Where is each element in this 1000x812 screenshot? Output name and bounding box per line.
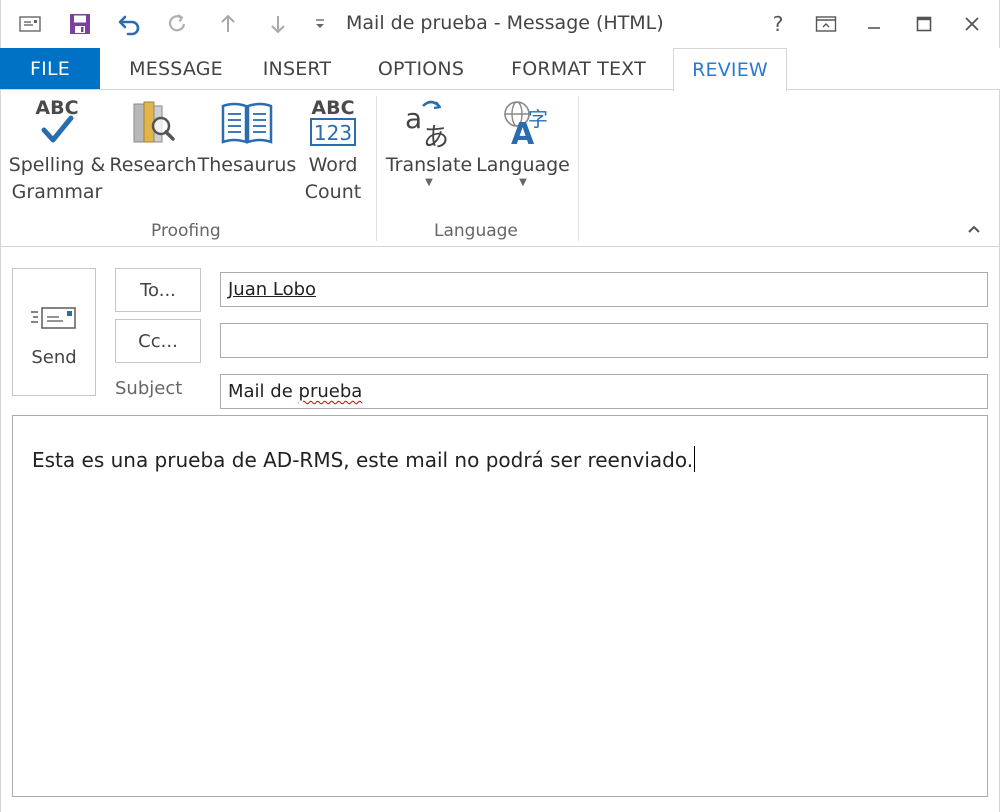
- title-bar: Mail de prueba - Message (HTML) ?: [0, 0, 1000, 48]
- word-count-label: Word Count: [304, 154, 362, 203]
- close-button[interactable]: [955, 9, 989, 39]
- ribbon-display-options-button[interactable]: [809, 9, 843, 39]
- undo-icon[interactable]: [115, 9, 145, 39]
- word-count-icon: ABC 123: [305, 94, 361, 152]
- svg-text:字: 字: [528, 107, 548, 131]
- send-label: Send: [31, 347, 77, 368]
- spelling-grammar-button[interactable]: ABC Spelling & Grammar: [5, 94, 109, 216]
- language-globe-icon: A 字: [495, 94, 551, 152]
- save-icon[interactable]: [65, 9, 95, 39]
- language-label: Language: [476, 154, 570, 176]
- close-icon: [965, 17, 979, 31]
- to-field[interactable]: Juan Lobo: [220, 272, 988, 307]
- word-count-button[interactable]: ABC 123 Word Count: [299, 94, 367, 216]
- subject-field[interactable]: Mail de prueba: [220, 374, 988, 409]
- compose-area: Send To... Cc... Subject Juan Lobo Mail …: [0, 247, 1000, 812]
- to-button[interactable]: To...: [115, 268, 201, 312]
- recipient-name[interactable]: Juan Lobo: [228, 279, 316, 300]
- spelling-check-icon: ABC: [29, 94, 85, 152]
- tab-file[interactable]: FILE: [0, 48, 100, 90]
- redo-icon[interactable]: [163, 9, 193, 39]
- svg-text:123: 123: [314, 121, 352, 145]
- research-icon: [125, 94, 181, 152]
- translate-button[interactable]: a あ Translate ▼: [385, 94, 473, 216]
- message-body[interactable]: Esta es una prueba de AD-RMS, este mail …: [12, 415, 988, 797]
- subject-label: Subject: [115, 378, 183, 399]
- ribbon-review: ABC Spelling & Grammar Research Thesauru…: [0, 90, 1000, 247]
- customize-qat-icon[interactable]: [305, 9, 335, 39]
- send-envelope-icon: [29, 305, 79, 335]
- window-title: Mail de prueba - Message (HTML): [346, 12, 664, 34]
- svg-text:ABC: ABC: [311, 97, 354, 119]
- maximize-icon: [916, 16, 932, 32]
- help-icon: ?: [772, 12, 784, 36]
- thesaurus-label: Thesaurus: [197, 154, 297, 176]
- collapse-ribbon-icon[interactable]: [967, 222, 981, 238]
- ribbon-display-icon: [815, 16, 837, 32]
- text-cursor: [694, 446, 696, 472]
- group-separator: [376, 96, 377, 241]
- tab-insert[interactable]: INSERT: [250, 48, 344, 90]
- subject-misspelled-word: prueba: [298, 381, 363, 402]
- cc-button[interactable]: Cc...: [115, 319, 201, 363]
- message-body-text: Esta es una prueba de AD-RMS, este mail …: [32, 448, 694, 472]
- tab-review[interactable]: REVIEW: [673, 48, 787, 91]
- next-item-icon[interactable]: [263, 9, 293, 39]
- message-icon: [15, 9, 45, 39]
- thesaurus-button[interactable]: Thesaurus: [197, 94, 297, 216]
- thesaurus-book-icon: [219, 94, 275, 152]
- tab-format-text[interactable]: FORMAT TEXT: [500, 48, 657, 90]
- research-label: Research: [109, 154, 197, 176]
- svg-text:ABC: ABC: [35, 97, 78, 119]
- chevron-down-icon: ▼: [519, 177, 527, 188]
- translate-label: Translate: [385, 154, 473, 176]
- tab-message[interactable]: MESSAGE: [120, 48, 232, 90]
- group-separator: [578, 96, 579, 241]
- subject-text: Mail de: [228, 381, 299, 402]
- svg-text:a: a: [405, 102, 422, 135]
- proofing-group-label: Proofing: [151, 221, 221, 241]
- language-group-label: Language: [434, 221, 518, 241]
- ribbon-tabs: FILE MESSAGE INSERT OPTIONS FORMAT TEXT …: [0, 48, 1000, 91]
- cc-field[interactable]: [220, 323, 988, 358]
- research-button[interactable]: Research: [109, 94, 197, 216]
- minimize-icon: [868, 27, 880, 29]
- minimize-button[interactable]: [857, 9, 891, 39]
- help-button[interactable]: ?: [761, 9, 795, 39]
- chevron-down-icon: ▼: [425, 177, 433, 188]
- tab-options[interactable]: OPTIONS: [365, 48, 477, 90]
- maximize-button[interactable]: [907, 9, 941, 39]
- language-button[interactable]: A 字 Language ▼: [476, 94, 570, 216]
- spelling-grammar-label: Spelling & Grammar: [8, 154, 106, 203]
- svg-text:あ: あ: [423, 123, 449, 150]
- translate-icon: a あ: [401, 94, 457, 152]
- previous-item-icon[interactable]: [213, 9, 243, 39]
- send-button[interactable]: Send: [12, 268, 96, 396]
